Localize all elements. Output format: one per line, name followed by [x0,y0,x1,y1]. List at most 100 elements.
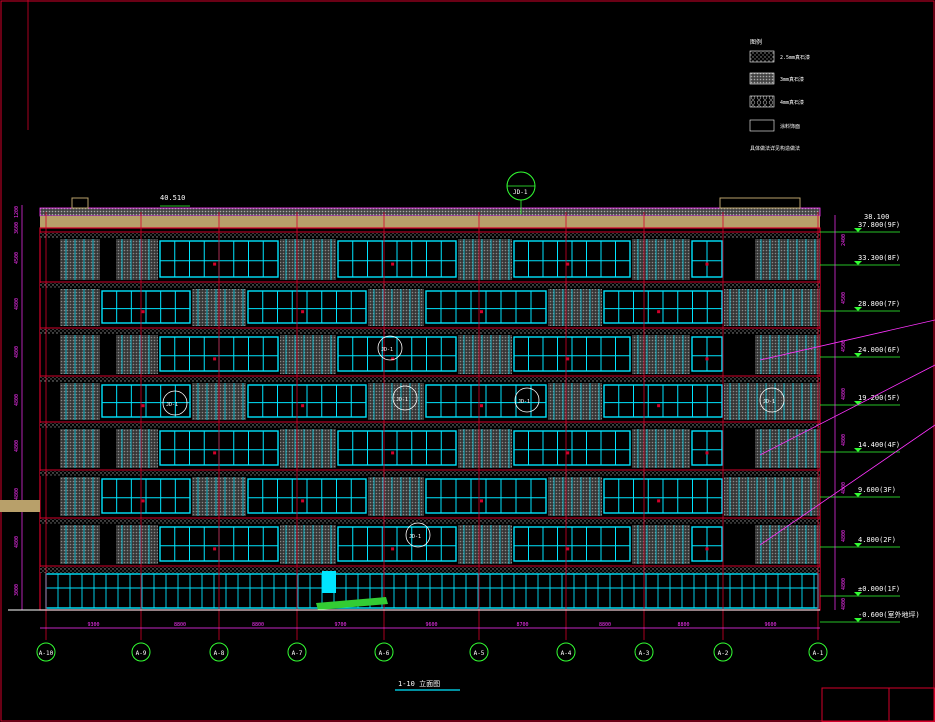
vent-marker [657,310,661,314]
drawing-title-text: 1-10 立面图 [398,679,440,688]
level-label: 24.000(6F) [858,346,900,354]
textured-panel [632,429,690,468]
axis-label: A-5 [474,650,485,657]
vent-marker [141,404,145,408]
bay-dimension: 8800 [599,622,611,628]
vent-marker [480,404,483,408]
vent-marker [480,499,483,503]
axis-label: A-10 [39,650,54,657]
vent-marker [213,451,217,455]
textured-panel [458,335,512,374]
level-label: 4.800(2F) [858,536,896,544]
right-dimension: 4800 [841,388,847,400]
level-label: 33.300(8F) [858,254,900,262]
vent-marker [705,451,709,455]
detail-callout-5-label: JD-1 [763,399,775,405]
right-dimension: 4800 [841,598,847,610]
textured-panel [755,525,820,564]
detail-callout-6-label: JD-1 [409,534,421,540]
legend-swatch-2 [749,72,775,85]
bay-dimension: 8800 [252,622,264,628]
left-dimension: 4800 [14,298,20,310]
legend-label-4: 涂料饰面 [780,123,800,130]
spandrel-band [40,377,820,382]
legend-swatch-4 [749,119,775,132]
top-level-label: 40.510 [160,194,185,202]
right-dimension: 4800 [841,482,847,494]
vent-marker [657,404,661,408]
left-dimension: 4800 [14,346,20,358]
vent-marker [213,357,217,361]
textured-panel [755,335,820,374]
textured-panel [458,429,512,468]
spandrel-band [40,423,820,428]
legend-swatch-1 [749,50,775,63]
right-dimension: 2400 [841,234,847,246]
vent-marker [566,547,570,551]
axis-label: A-2 [718,650,729,657]
left-canopy [0,500,40,512]
textured-panel [548,289,602,326]
axis-label: A-9 [136,650,147,657]
legend-label-3: 4mm真石漆 [780,99,804,106]
axis-label: A-8 [214,650,225,657]
roof: 40.510 JD-1 [39,171,821,228]
legend-label-2: 3mm真石漆 [780,76,804,83]
spandrel-band [40,329,820,334]
textured-panel [632,239,690,280]
left-dimension: 4800 [14,488,20,500]
detail-callout-2-label: JD-1 [396,397,408,403]
level-label: 19.200(5F) [858,394,900,402]
vent-marker [566,357,570,361]
level-label: -0.600(室外地坪) [858,610,920,619]
right-dimension: 4800 [841,434,847,446]
textured-panel [548,383,602,420]
left-dimension: 4500 [14,252,20,264]
facade [39,227,821,611]
roof-structure-right [719,197,801,209]
right-dimension: 4800 [841,530,847,542]
drawing-title: 1-10 立面图 [395,679,460,691]
spandrel-band [40,283,820,288]
spandrel-band [40,471,820,476]
spandrel-band [40,519,820,524]
vent-marker [705,547,709,551]
vent-marker [301,310,305,314]
textured-panel [632,525,690,564]
axis-label: A-4 [561,650,572,657]
right-dimension: 4500 [841,340,847,352]
left-dimension: 1200 [14,206,20,218]
level-label: ±0.000(1F) [858,585,900,593]
left-dimension: 4800 [14,440,20,452]
parapet-band [40,216,820,228]
roof-structure-left [71,197,89,209]
vent-marker [657,499,661,503]
textured-panel [280,335,336,374]
legend-note: 具体做法详见构造做法 [750,145,800,152]
roof-detail-label: JD-1 [513,189,528,196]
storefront-frame [45,573,819,609]
left-dimension: 3600 [14,222,20,234]
bay-dimension: 9300 [87,622,99,628]
axis-label: A-6 [379,650,390,657]
vent-marker [141,310,145,314]
axis-bubbles: A-10 A-9 A-8 A-7 A-6 A-5 A-4 A-3 A-2 A-1 [36,642,828,662]
roof-level-label: 38.100 [864,213,889,221]
bay-dimension: 9600 [425,622,437,628]
bay-dimension: 8700 [516,622,528,628]
vent-marker [391,547,395,551]
vent-marker [480,310,483,314]
left-dimension: 4800 [14,394,20,406]
bay-dimension: 8800 [677,622,689,628]
textured-panel [548,477,602,516]
textured-panel [755,239,820,280]
level-label: 9.600(3F) [858,486,896,494]
textured-panel [755,429,820,468]
vent-marker [391,262,395,266]
vent-marker [141,499,145,503]
vent-marker [705,262,709,266]
textured-panel [458,525,512,564]
title-block-frame [821,687,935,722]
legend-swatch-3 [749,95,775,108]
entrance-sign [322,571,336,593]
